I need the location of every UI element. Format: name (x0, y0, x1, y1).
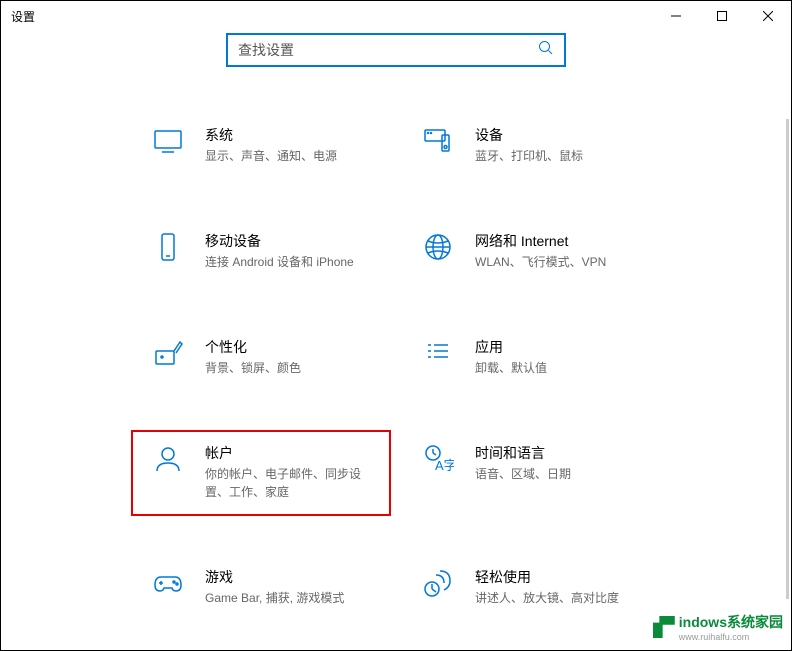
category-subtitle: WLAN、飞行模式、VPN (475, 253, 606, 271)
category-subtitle: 你的帐户、电子邮件、同步设置、工作、家庭 (205, 465, 373, 501)
close-button[interactable] (745, 1, 791, 31)
category-title: 游戏 (205, 567, 344, 587)
category-gaming[interactable]: 游戏 Game Bar, 捕获, 游戏模式 (141, 559, 381, 615)
category-title: 移动设备 (205, 231, 354, 251)
gaming-icon (149, 567, 187, 605)
category-phone[interactable]: 移动设备 连接 Android 设备和 iPhone (141, 223, 381, 279)
system-icon (149, 125, 187, 163)
search-icon (538, 40, 554, 61)
category-title: 系统 (205, 125, 337, 145)
category-devices[interactable]: 设备 蓝牙、打印机、鼠标 (411, 117, 651, 173)
phone-icon (149, 231, 187, 269)
settings-grid: 系统 显示、声音、通知、电源 设备 蓝牙、打印机、鼠标 移动设备 连接 Andr… (1, 117, 791, 615)
category-personalization[interactable]: 个性化 背景、锁屏、颜色 (141, 329, 381, 385)
category-time-language[interactable]: A字 时间和语言 语音、区域、日期 (411, 435, 651, 509)
network-icon (419, 231, 457, 269)
category-subtitle: 卸载、默认值 (475, 359, 547, 377)
watermark-brand: indows系统家园 (679, 614, 783, 630)
category-title: 设备 (475, 125, 583, 145)
category-title: 轻松使用 (475, 567, 619, 587)
scrollbar[interactable] (786, 119, 789, 599)
category-subtitle: Game Bar, 捕获, 游戏模式 (205, 589, 344, 607)
apps-icon (419, 337, 457, 375)
ease-of-access-icon (419, 567, 457, 605)
category-subtitle: 讲述人、放大镜、高对比度 (475, 589, 619, 607)
category-accounts[interactable]: 帐户 你的帐户、电子邮件、同步设置、工作、家庭 (141, 435, 381, 509)
svg-text:A字: A字 (435, 458, 454, 473)
personalization-icon (149, 337, 187, 375)
category-title: 应用 (475, 337, 547, 357)
watermark-logo-icon (653, 616, 675, 638)
category-subtitle: 连接 Android 设备和 iPhone (205, 253, 354, 271)
category-network[interactable]: 网络和 Internet WLAN、飞行模式、VPN (411, 223, 651, 279)
category-title: 网络和 Internet (475, 231, 606, 251)
search-box[interactable] (226, 33, 566, 67)
category-title: 帐户 (205, 443, 373, 463)
category-subtitle: 显示、声音、通知、电源 (205, 147, 337, 165)
category-title: 个性化 (205, 337, 301, 357)
devices-icon (419, 125, 457, 163)
category-subtitle: 语音、区域、日期 (475, 465, 571, 483)
category-title: 时间和语言 (475, 443, 571, 463)
search-wrap (1, 33, 791, 67)
category-system[interactable]: 系统 显示、声音、通知、电源 (141, 117, 381, 173)
category-subtitle: 蓝牙、打印机、鼠标 (475, 147, 583, 165)
category-ease-of-access[interactable]: 轻松使用 讲述人、放大镜、高对比度 (411, 559, 651, 615)
minimize-button[interactable] (653, 1, 699, 31)
window-controls (653, 1, 791, 31)
accounts-icon (149, 443, 187, 481)
watermark-url: www.ruihalfu.com (679, 632, 783, 642)
time-language-icon: A字 (419, 443, 457, 481)
search-input[interactable] (238, 42, 554, 58)
window-title: 设置 (11, 8, 35, 25)
maximize-button[interactable] (699, 1, 745, 31)
category-subtitle: 背景、锁屏、颜色 (205, 359, 301, 377)
watermark: indows系统家园 www.ruihalfu.com (653, 612, 783, 642)
category-apps[interactable]: 应用 卸载、默认值 (411, 329, 651, 385)
